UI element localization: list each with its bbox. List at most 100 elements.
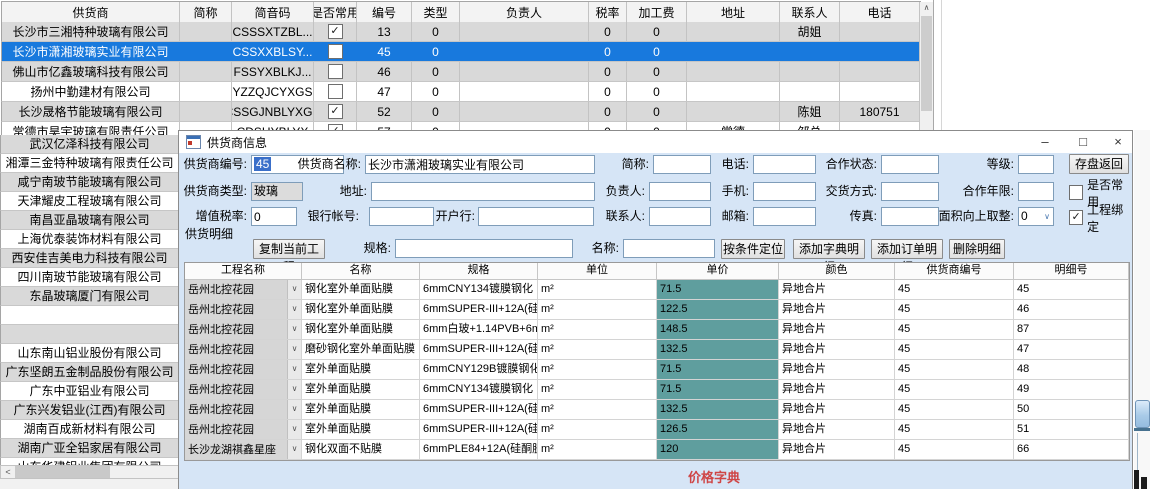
common-checkbox[interactable] <box>328 64 343 79</box>
detail-column-header-detail-id[interactable]: 明细号 <box>1014 263 1129 279</box>
save-return-button[interactable]: 存盘返回 <box>1069 154 1129 174</box>
add-dictionary-detail-button[interactable]: 添加字典明细 <box>793 239 865 259</box>
detail-row[interactable]: 长沙龙湖祺鑫星座∨钢化双面不贴膜6mmPLE84+12A(硅酮胶...m²120… <box>185 440 1129 460</box>
scroll-up-icon[interactable]: ∧ <box>920 2 933 15</box>
column-header-common[interactable]: 是否常用 <box>314 2 357 22</box>
column-header-id[interactable]: 编号 <box>357 2 412 22</box>
list-item[interactable] <box>0 325 179 344</box>
phone-field[interactable] <box>753 155 816 174</box>
list-item[interactable]: 咸宁南玻节能玻璃有限公司 <box>0 173 179 192</box>
mobile-field[interactable] <box>753 182 816 201</box>
detail-cell-project[interactable]: 岳州北控花园∨ <box>185 360 302 379</box>
common-checkbox[interactable]: ✓ <box>328 104 343 119</box>
table-row[interactable]: 长沙晟格节能玻璃有限公司CSSGJNBLYXGS✓52000陈姐180751 <box>1 102 920 122</box>
address-field[interactable] <box>371 182 595 201</box>
spec-filter-field[interactable] <box>395 239 573 258</box>
detail-row[interactable]: 岳州北控花园∨磨砂钢化室外单面贴膜6mmSUPER-III+12A(硅...m²… <box>185 340 1129 360</box>
detail-column-header-spec[interactable]: 规格 <box>420 263 538 279</box>
list-item[interactable]: 湖南百成新材料有限公司 <box>0 420 179 439</box>
detail-cell-price[interactable]: 148.5 <box>657 320 779 339</box>
detail-cell-project[interactable]: 岳州北控花园∨ <box>185 340 302 359</box>
detail-column-header-color[interactable]: 颜色 <box>779 263 895 279</box>
detail-cell-price[interactable]: 122.5 <box>657 300 779 319</box>
detail-column-header-name[interactable]: 名称 <box>302 263 420 279</box>
list-item[interactable]: 西安佳吉美电力科技有限公司 <box>0 249 179 268</box>
detail-cell-price[interactable]: 132.5 <box>657 400 779 419</box>
common-checkbox[interactable] <box>1069 185 1083 200</box>
supplier-type-field[interactable]: 玻璃 <box>251 182 303 201</box>
table-row[interactable]: 佛山市亿鑫玻璃科技有限公司FSSYXBLKJ...46000 <box>1 62 920 82</box>
close-button[interactable]: × <box>1104 133 1132 151</box>
detail-row[interactable]: 岳州北控花园∨室外单面贴膜6mmCNY134镀膜钢化m²71.5异地合片4549 <box>185 380 1129 400</box>
horizontal-scrollbar-thumb[interactable] <box>15 466 110 478</box>
supplier-name-field[interactable] <box>365 155 595 174</box>
detail-cell-price[interactable]: 126.5 <box>657 420 779 439</box>
list-item[interactable]: 南昌亚晶玻璃有限公司 <box>0 211 179 230</box>
supplier-table-horizontal-scrollbar[interactable]: < <box>0 465 179 479</box>
list-item[interactable]: 上海优泰装饰材料有限公司 <box>0 230 179 249</box>
detail-cell-project[interactable]: 岳州北控花园∨ <box>185 320 302 339</box>
list-item[interactable]: 广东兴发铝业(江西)有限公司 <box>0 401 179 420</box>
list-item[interactable]: 东晶玻璃厦门有限公司 <box>0 287 179 306</box>
detail-cell-project[interactable]: 长沙龙湖祺鑫星座∨ <box>185 440 302 459</box>
column-header-owner[interactable]: 负责人 <box>460 2 589 22</box>
detail-column-header-project[interactable]: 工程名称 <box>185 263 302 279</box>
detail-row[interactable]: 岳州北控花园∨室外单面贴膜6mmSUPER-III+12A(硅...m²132.… <box>185 400 1129 420</box>
bank-name-field[interactable] <box>478 207 594 226</box>
detail-row[interactable]: 岳州北控花园∨室外单面贴膜6mmSUPER-III+12A(硅...m²126.… <box>185 420 1129 440</box>
detail-cell-price[interactable]: 71.5 <box>657 380 779 399</box>
scroll-left-icon[interactable]: < <box>1 466 15 478</box>
table-row[interactable]: 扬州中勤建材有限公司YZZQJCYXGS47000 <box>1 82 920 102</box>
detail-cell-price[interactable]: 132.5 <box>657 340 779 359</box>
detail-row[interactable]: 岳州北控花园∨室外单面贴膜6mmCNY129B镀膜钢化m²71.5异地合片454… <box>185 360 1129 380</box>
list-item[interactable]: 四川南玻节能玻璃有限公司 <box>0 268 179 287</box>
column-header-type[interactable]: 类型 <box>412 2 460 22</box>
owner-field[interactable] <box>649 182 711 201</box>
list-item[interactable]: 广东坚朗五金制品股份有限公司 <box>0 363 179 382</box>
column-header-phone[interactable]: 电话 <box>840 2 920 22</box>
detail-row[interactable]: 岳州北控花园∨钢化室外单面贴膜6mm白玻+1.14PVB+6mm...m²148… <box>185 320 1129 340</box>
coop-years-field[interactable] <box>1018 182 1054 201</box>
detail-cell-price[interactable]: 120 <box>657 440 779 459</box>
detail-cell-project[interactable]: 岳州北控花园∨ <box>185 280 302 299</box>
coop-status-field[interactable] <box>881 155 939 174</box>
common-checkbox[interactable] <box>328 84 343 99</box>
copy-current-project-button[interactable]: 复制当前工程 <box>253 239 325 259</box>
list-item[interactable]: 广东中亚铝业有限公司 <box>0 382 179 401</box>
common-checkbox[interactable] <box>328 44 343 59</box>
detail-cell-price[interactable]: 71.5 <box>657 360 779 379</box>
column-header-short-name[interactable]: 简称 <box>180 2 232 22</box>
column-header-fee[interactable]: 加工费 <box>627 2 687 22</box>
common-checkbox[interactable]: ✓ <box>328 24 343 39</box>
list-item[interactable] <box>0 306 179 325</box>
supplier-table-vertical-scrollbar[interactable]: ∧ <box>919 2 933 135</box>
locate-by-condition-button[interactable]: 按条件定位 <box>721 239 785 259</box>
bank-account-field[interactable] <box>369 207 434 226</box>
list-item[interactable]: 武汉亿泽科技有限公司 <box>0 135 179 154</box>
delete-detail-button[interactable]: 删除明细 <box>949 239 1005 259</box>
list-item[interactable]: 山东南山铝业股份有限公司 <box>0 344 179 363</box>
dialog-title-bar[interactable]: 供货商信息 <box>179 131 1132 153</box>
detail-cell-project[interactable]: 岳州北控花园∨ <box>185 380 302 399</box>
list-item[interactable]: 湘潭三金特种玻璃有限责任公司 <box>0 154 179 173</box>
detail-column-header-supplier-id[interactable]: 供货商编号 <box>895 263 1014 279</box>
list-item[interactable]: 天津耀皮工程玻璃有限公司 <box>0 192 179 211</box>
table-row[interactable]: 长沙市三湘特种玻璃有限公司CSSSXTZBL...✓13000胡姐 <box>1 22 920 42</box>
contact-field[interactable] <box>649 207 711 226</box>
area-round-up-dropdown[interactable]: 0 ∨ <box>1018 207 1054 226</box>
list-item[interactable]: 湖南广亚全铝家居有限公司 <box>0 439 179 458</box>
grade-field[interactable] <box>1018 155 1054 174</box>
add-order-detail-button[interactable]: 添加订单明细 <box>871 239 943 259</box>
project-bind-checkbox-row[interactable]: ✓ 工程绑定 <box>1069 208 1132 227</box>
delivery-mode-field[interactable] <box>881 182 939 201</box>
detail-cell-project[interactable]: 岳州北控花园∨ <box>185 400 302 419</box>
column-header-tax[interactable]: 税率 <box>589 2 627 22</box>
table-row[interactable]: 长沙市潇湘玻璃实业有限公司CSSXXBLSY...45000 <box>1 42 920 62</box>
column-header-address[interactable]: 地址 <box>687 2 780 22</box>
column-header-supplier[interactable]: 供货商 <box>2 2 180 22</box>
vat-rate-field[interactable] <box>251 207 297 226</box>
detail-cell-project[interactable]: 岳州北控花园∨ <box>185 420 302 439</box>
vertical-scrollbar-thumb[interactable] <box>921 16 932 111</box>
detail-column-header-price[interactable]: 单价 <box>657 263 779 279</box>
email-field[interactable] <box>753 207 816 226</box>
